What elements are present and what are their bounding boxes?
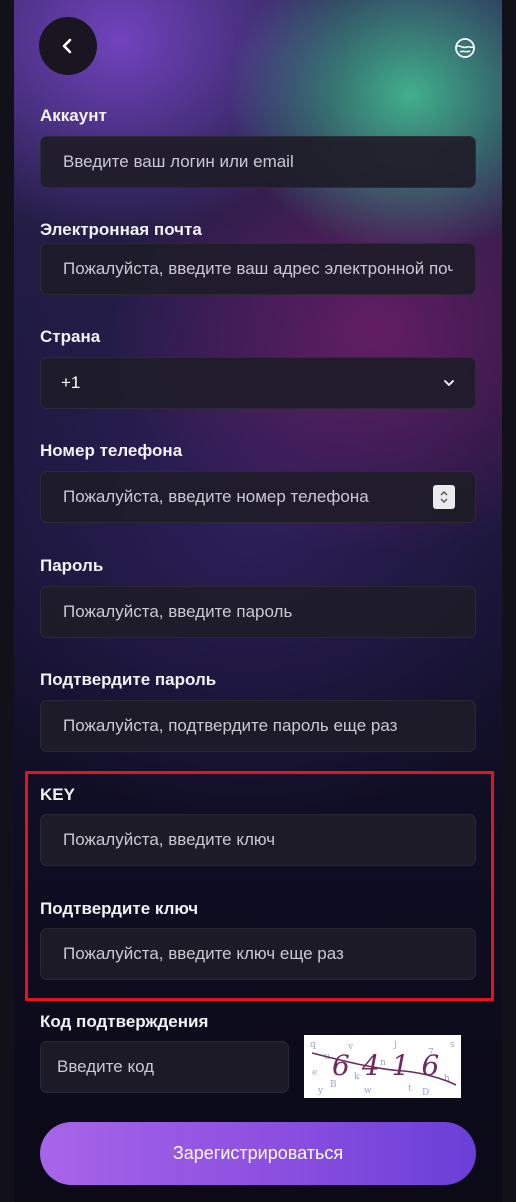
key-confirm-label: Подтвердите ключ [40, 899, 199, 918]
right-edge [502, 0, 516, 1202]
email-label: Электронная почта [40, 220, 202, 239]
key-confirm-input[interactable] [61, 943, 455, 965]
chevron-left-icon [62, 38, 72, 54]
register-button[interactable]: Зарегистрироваться [40, 1122, 476, 1185]
code-label: Код подтверждения [40, 1012, 209, 1031]
email-input[interactable] [61, 258, 455, 280]
svg-text:D: D [422, 1088, 429, 1098]
globe-icon [455, 38, 475, 58]
svg-text:e: e [312, 1068, 317, 1078]
svg-text:y: y [317, 1086, 324, 1096]
password-confirm-label: Подтвердите пароль [40, 670, 217, 689]
password-input[interactable] [61, 601, 455, 623]
captcha-text: 6416 [332, 1049, 452, 1082]
country-label: Страна [40, 327, 101, 346]
account-label: Аккаунт [40, 106, 107, 125]
key-label: KEY [40, 785, 75, 804]
key-input[interactable] [61, 829, 455, 851]
svg-text:q: q [310, 1040, 316, 1050]
back-button[interactable] [39, 17, 97, 75]
password-label: Пароль [40, 556, 104, 575]
svg-text:t: t [408, 1084, 412, 1094]
up-down-arrows-icon [440, 491, 448, 503]
svg-text:w: w [364, 1086, 372, 1096]
captcha-image[interactable]: que Bvw jt7 hDn ysk 6416 [304, 1035, 461, 1098]
password-field[interactable] [40, 586, 476, 638]
chevron-down-icon [444, 380, 454, 386]
account-field[interactable] [40, 136, 476, 188]
phone-label: Номер телефона [40, 441, 183, 460]
code-field[interactable] [40, 1041, 289, 1093]
country-select[interactable]: +1 [40, 357, 476, 409]
phone-input[interactable] [61, 486, 425, 508]
password-confirm-input[interactable] [61, 715, 455, 737]
key-confirm-field[interactable] [40, 928, 476, 980]
language-button[interactable] [454, 37, 476, 59]
phone-stepper[interactable] [433, 485, 455, 509]
code-input[interactable] [55, 1056, 274, 1078]
email-field[interactable] [40, 243, 476, 295]
key-field[interactable] [40, 814, 476, 866]
left-edge [0, 0, 14, 1202]
country-select-value: +1 [61, 373, 81, 392]
account-input[interactable] [61, 151, 455, 173]
password-confirm-field[interactable] [40, 700, 476, 752]
phone-field[interactable] [40, 471, 476, 523]
